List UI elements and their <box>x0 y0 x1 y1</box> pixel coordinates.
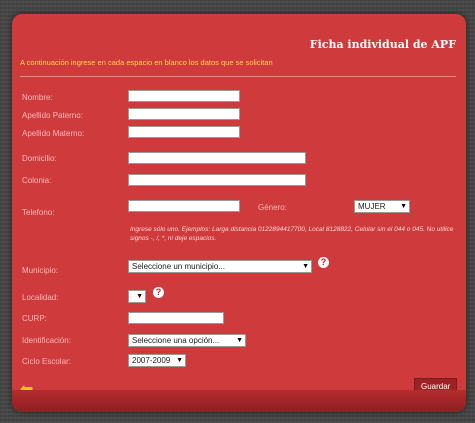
identificacion-value: Seleccione una opción... <box>132 336 220 345</box>
genero-value: MUJER <box>358 202 386 211</box>
apellido-materno-input[interactable] <box>128 126 240 138</box>
identificacion-label: Identificación: <box>22 336 71 345</box>
municipio-value: Seleccione un municipio... <box>132 262 225 271</box>
chevron-down-icon: ▼ <box>302 263 309 270</box>
domicilio-input[interactable] <box>128 152 306 164</box>
instructions-text: A continuación ingrese en cada espacio e… <box>20 58 273 67</box>
telefono-help-text: Ingrese sólo uno. Ejemplos: Larga distan… <box>130 226 454 242</box>
curp-label: CURP: <box>22 314 47 323</box>
genero-label: Género: <box>258 203 287 212</box>
colonia-input[interactable] <box>128 174 306 186</box>
localidad-select[interactable]: ▼ <box>128 290 146 303</box>
panel-footer-bar <box>12 390 466 412</box>
chevron-down-icon: ▼ <box>176 357 183 364</box>
ciclo-escolar-select[interactable]: 2007-2009 ▼ <box>128 354 186 367</box>
apellido-materno-label: Apellido Materno: <box>22 129 85 138</box>
colonia-label: Colonia: <box>22 176 52 185</box>
ciclo-escolar-value: 2007-2009 <box>132 356 171 365</box>
nombre-input[interactable] <box>128 90 240 102</box>
localidad-label: Localidad: <box>22 293 59 302</box>
apellido-paterno-label: Apellido Paterno: <box>22 111 83 120</box>
chevron-down-icon: ▼ <box>136 293 143 300</box>
help-icon[interactable]: ? <box>153 287 164 298</box>
divider <box>20 76 456 77</box>
municipio-label: Municipio: <box>22 266 59 275</box>
chevron-down-icon: ▼ <box>236 337 243 344</box>
genero-select[interactable]: MUJER ▼ <box>354 200 410 213</box>
page-title: Ficha individual de APF <box>309 38 456 51</box>
identificacion-select[interactable]: Seleccione una opción... ▼ <box>128 334 246 347</box>
domicilio-label: Domicilio: <box>22 154 57 163</box>
nombre-label: Nombre: <box>22 93 53 102</box>
form-panel: Ficha individual de APF A continuación i… <box>12 14 466 412</box>
chevron-down-icon: ▼ <box>400 203 407 210</box>
help-icon[interactable]: ? <box>318 257 329 268</box>
telefono-label: Telefono: <box>22 208 55 217</box>
municipio-select[interactable]: Seleccione un municipio... ▼ <box>128 260 312 273</box>
curp-input[interactable] <box>128 312 224 324</box>
apellido-paterno-input[interactable] <box>128 108 240 120</box>
telefono-input[interactable] <box>128 200 240 212</box>
ciclo-escolar-label: Ciclo Escolar: <box>22 357 71 366</box>
